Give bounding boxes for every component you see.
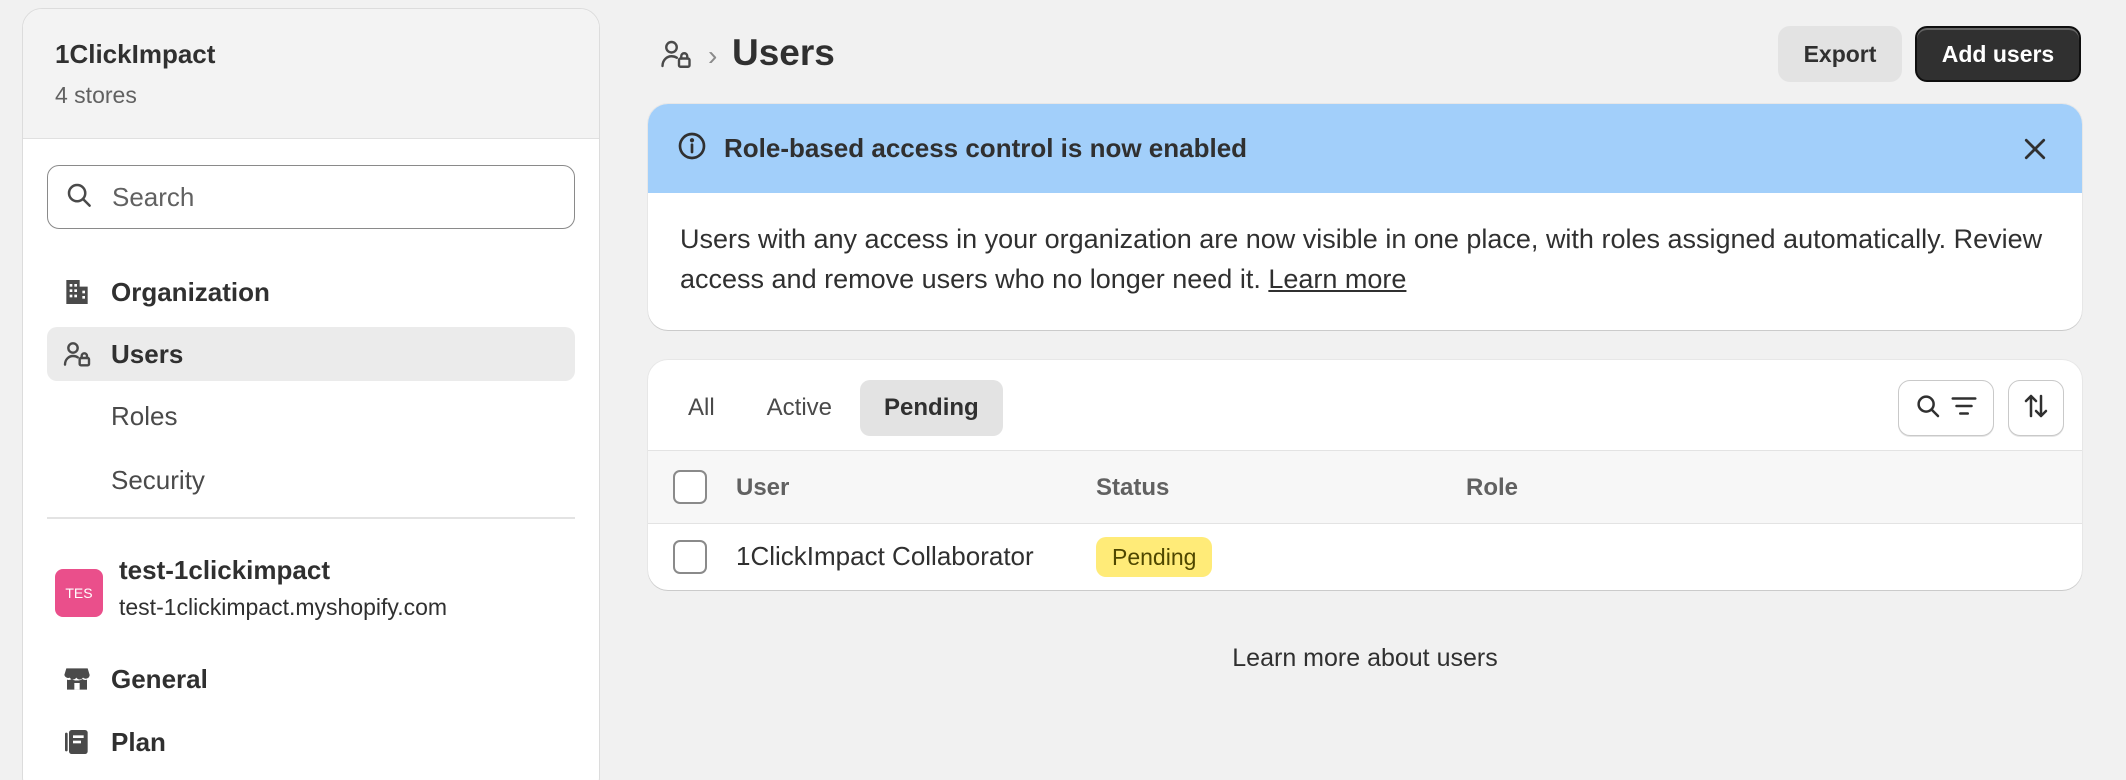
- tab-active[interactable]: Active: [743, 380, 856, 436]
- sidebar-item-label: Organization: [111, 276, 270, 307]
- users-breadcrumb-icon[interactable]: [658, 36, 694, 72]
- table-header: User Status Role: [648, 450, 2082, 524]
- sidebar-item-label: Roles: [111, 400, 178, 431]
- sidebar-item-label: General: [111, 663, 208, 694]
- banner-title: Role-based access control is now enabled: [724, 133, 1248, 163]
- chevron-right-icon: ›: [708, 40, 718, 71]
- org-name: 1ClickImpact: [55, 39, 216, 69]
- banner-header: Role-based access control is now enabled: [648, 104, 2082, 193]
- sidebar-divider: [47, 517, 575, 519]
- store-switcher[interactable]: TES test-1clickimpact test-1clickimpact.…: [55, 555, 447, 621]
- column-header-user[interactable]: User: [736, 474, 789, 502]
- search-filter-button[interactable]: [1898, 380, 1994, 436]
- filter-icon: [1949, 391, 1979, 426]
- banner-body: Users with any access in your organizati…: [648, 193, 2082, 299]
- table-row[interactable]: 1ClickImpact Collaborator Pending: [648, 524, 2082, 590]
- sidebar-item-label: Security: [111, 464, 205, 495]
- sidebar-item-plan[interactable]: Plan: [47, 715, 575, 769]
- sidebar-item-security[interactable]: Security: [47, 453, 575, 507]
- learn-more-about-users-link[interactable]: Learn more about users: [648, 644, 2082, 673]
- building-icon: [57, 272, 97, 312]
- sidebar-item-label: Users: [111, 338, 184, 369]
- sidebar-item-organization[interactable]: Organization: [47, 265, 575, 319]
- sidebar-item-general[interactable]: General: [47, 652, 575, 706]
- sidebar-item-users[interactable]: Users: [47, 327, 575, 381]
- sidebar-item-roles[interactable]: Roles: [47, 389, 575, 443]
- tab-all[interactable]: All: [664, 380, 739, 436]
- plan-icon: [57, 722, 97, 762]
- search-input[interactable]: [112, 181, 532, 213]
- sort-icon: [2021, 391, 2051, 426]
- org-store-count: 4 stores: [55, 82, 137, 108]
- export-button[interactable]: Export: [1778, 26, 1902, 82]
- store-name: test-1clickimpact: [119, 555, 330, 585]
- row-checkbox[interactable]: [673, 540, 707, 574]
- sidebar-search[interactable]: [47, 165, 575, 229]
- column-header-status[interactable]: Status: [1096, 474, 1169, 502]
- store-domain: test-1clickimpact.myshopify.com: [119, 594, 448, 620]
- store-avatar: TES: [55, 569, 103, 617]
- sort-button[interactable]: [2008, 380, 2064, 436]
- users-icon: [57, 334, 97, 374]
- search-icon: [1913, 391, 1943, 426]
- user-name[interactable]: 1ClickImpact Collaborator: [736, 541, 1034, 572]
- filter-tabs: All Active Pending: [664, 380, 1007, 436]
- page-title: Users: [732, 32, 835, 73]
- column-header-role[interactable]: Role: [1466, 474, 1518, 502]
- sidebar: 1ClickImpact 4 stores Organization Users…: [22, 8, 600, 780]
- select-all-checkbox[interactable]: [673, 470, 707, 504]
- tab-pending[interactable]: Pending: [860, 380, 1003, 436]
- add-users-button[interactable]: Add users: [1915, 26, 2081, 82]
- status-badge: Pending: [1096, 537, 1213, 577]
- store-icon: [57, 659, 97, 699]
- info-icon: [676, 130, 708, 167]
- info-banner: Role-based access control is now enabled…: [648, 104, 2082, 330]
- learn-more-link[interactable]: Learn more: [1268, 264, 1406, 294]
- org-header[interactable]: 1ClickImpact 4 stores: [23, 9, 599, 139]
- close-icon[interactable]: [2018, 132, 2052, 166]
- search-icon: [64, 180, 94, 215]
- users-table-card: All Active Pending User Status Role 1Cli…: [648, 360, 2082, 590]
- sidebar-item-label: Plan: [111, 726, 166, 757]
